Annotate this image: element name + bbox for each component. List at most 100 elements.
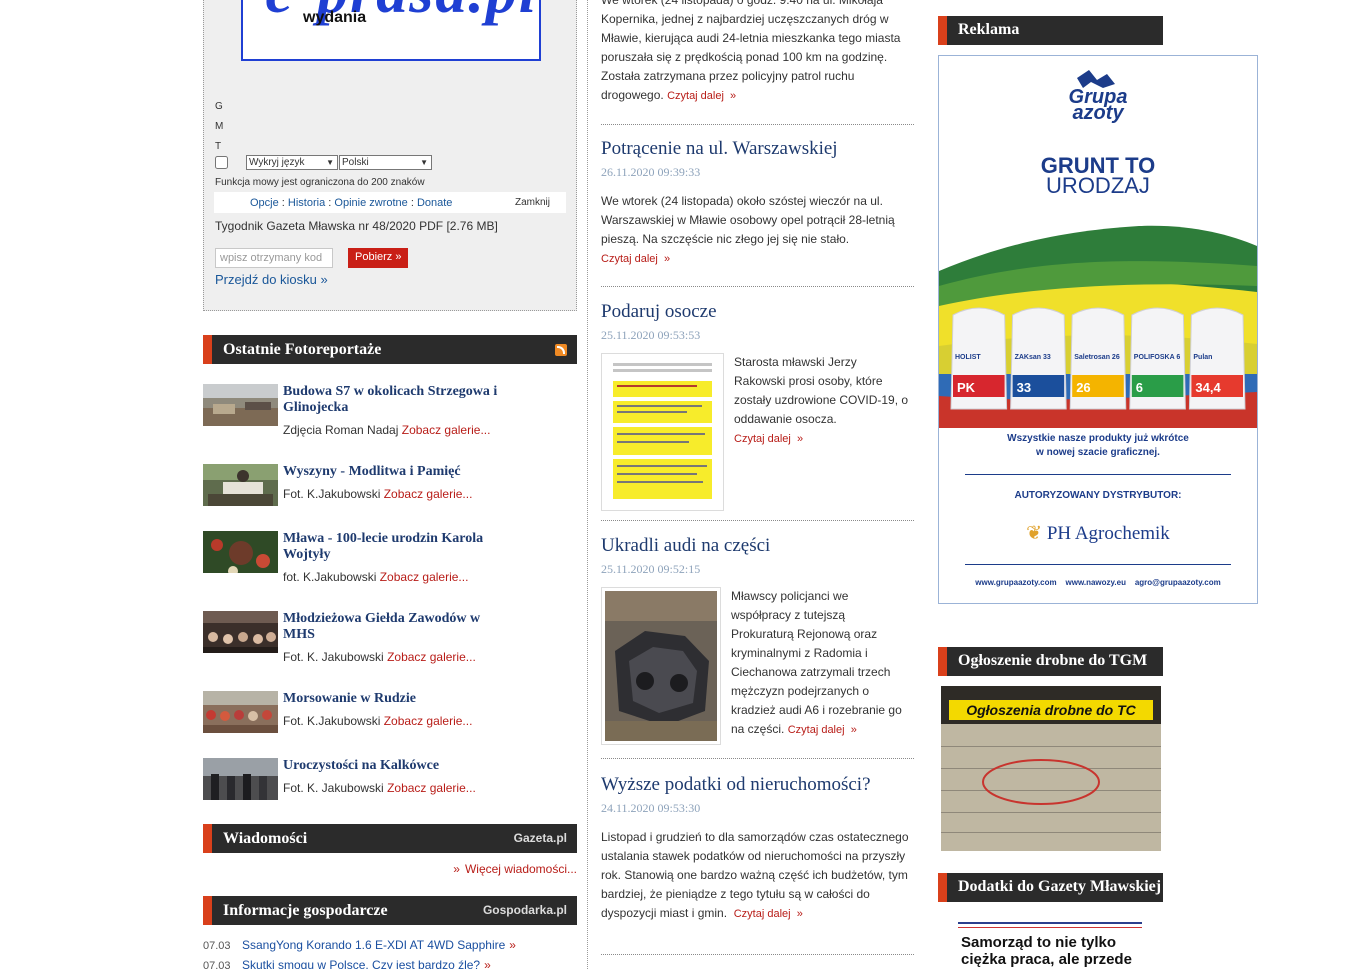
bag-number: 6 bbox=[1136, 380, 1143, 395]
feedback-link[interactable]: Opinie zwrotne bbox=[334, 197, 407, 209]
article-title[interactable]: Ukradli audi na części bbox=[601, 535, 770, 556]
chevron-down-icon: ▼ bbox=[420, 158, 428, 167]
translator-letter: G bbox=[215, 101, 223, 112]
gallery-thumbnail[interactable] bbox=[203, 531, 278, 573]
article-title[interactable]: Potrącenie na ul. Warszawskiej bbox=[601, 138, 838, 159]
speech-limit-note: Funkcja mowy jest ograniczona do 200 zna… bbox=[215, 177, 425, 188]
read-more-link[interactable]: Czytaj dalej » bbox=[667, 90, 736, 102]
gallery-cta-link[interactable]: Zobacz galerie... bbox=[387, 650, 476, 664]
ad-products-line2: w nowej szacie graficznej. bbox=[1036, 447, 1160, 458]
gallery-title[interactable]: Młodzieżowa Giełda Zawodów w MHS bbox=[283, 611, 508, 643]
classifieds-heading: Ogłoszenie drobne do TGM bbox=[958, 652, 1148, 669]
ad-products-line1: Wszystkie nasze produkty już wkrótce bbox=[1007, 433, 1189, 444]
kiosk-panel: e-prasa.pl wydania G M T Wykryj język ▼ P… bbox=[203, 0, 577, 311]
product-bag: HOLIST PK bbox=[950, 307, 1008, 410]
arrow-icon: » bbox=[796, 433, 804, 445]
gallery-thumbnail[interactable] bbox=[203, 384, 278, 426]
translator-checkbox[interactable] bbox=[215, 156, 228, 169]
gallery-thumbnail[interactable] bbox=[203, 611, 278, 653]
photo-reports-title: Ostatnie Fotoreportaże bbox=[223, 341, 382, 358]
bag-label: POLIFOSKA 6 bbox=[1134, 354, 1181, 361]
supplement-teaser-line2: ciężka praca, ale przede bbox=[961, 951, 1132, 968]
translator-letter: T bbox=[215, 141, 222, 152]
more-news-link[interactable]: » Więcej wiadomości... bbox=[453, 862, 577, 876]
ad-urls: www.grupaazoty.com www.nawozy.eu agro@gr… bbox=[975, 578, 1221, 587]
product-bag: ZAKsan 33 33 bbox=[1010, 307, 1067, 410]
detect-language-select[interactable]: Wykryj język ▼ bbox=[246, 155, 338, 170]
target-language-select[interactable]: Polski ▼ bbox=[339, 155, 432, 170]
chevron-down-icon: ▼ bbox=[326, 158, 334, 167]
article-title[interactable]: Podaruj osocze bbox=[601, 301, 717, 322]
kiosk-cover-image[interactable]: e-prasa.pl wydania bbox=[241, 0, 541, 61]
gallery-thumbnail[interactable] bbox=[203, 464, 278, 506]
kiosk-logo-sub: wydania bbox=[303, 9, 367, 26]
gallery-title[interactable]: Uroczystości na Kalkówce bbox=[283, 758, 508, 774]
gallery-thumbnail[interactable] bbox=[203, 758, 278, 800]
read-more-link[interactable]: Czytaj dalej » bbox=[734, 433, 803, 445]
article-date: 25.11.2020 09:52:15 bbox=[601, 562, 701, 576]
supplement-teaser[interactable]: Samorząd to nie tylko ciężka praca, ale … bbox=[958, 920, 1142, 969]
supplement-rule bbox=[958, 922, 1142, 928]
gallery-title[interactable]: Morsowanie w Rudzie bbox=[283, 691, 508, 707]
close-link[interactable]: Zamknij bbox=[515, 197, 550, 208]
business-date: 07.03 bbox=[203, 960, 231, 969]
separator: : bbox=[325, 197, 335, 209]
pdf-title: Tygodnik Gazeta Mławska nr 48/2020 PDF [… bbox=[215, 219, 498, 233]
ad-header: Reklama bbox=[938, 16, 1163, 45]
options-link[interactable]: Opcje bbox=[250, 197, 279, 209]
ad-distributor: AUTORYZOWANY DYSTRYBUTOR: bbox=[1014, 490, 1182, 501]
read-more-link[interactable]: Czytaj dalej » bbox=[734, 908, 803, 920]
gallery-cta-link[interactable]: Zobacz galerie... bbox=[384, 487, 473, 501]
donate-link[interactable]: Donate bbox=[417, 197, 452, 209]
gallery-cta-link[interactable]: Zobacz galerie... bbox=[384, 714, 473, 728]
ad-dealer-name: PH Agrochemik bbox=[1046, 523, 1170, 544]
gallery-cta-link[interactable]: Zobacz galerie... bbox=[387, 781, 476, 795]
read-more-link[interactable]: Czytaj dalej » bbox=[601, 253, 670, 265]
business-date: 07.03 bbox=[203, 940, 231, 952]
read-more-label: Czytaj dalej bbox=[734, 433, 791, 445]
classifieds-banner[interactable]: Ogłoszenia drobne do TC bbox=[941, 686, 1161, 851]
bag-label: Saletrosan 26 bbox=[1074, 354, 1120, 361]
article-divider bbox=[601, 758, 914, 759]
business-link[interactable]: Skutki smogu w Polsce. Czy jest bardzo ź… bbox=[242, 958, 491, 969]
gallery-credit: Zdjęcia Roman Nadaj Zobacz galerie... bbox=[283, 423, 490, 437]
kiosk-link[interactable]: Przejdź do kiosku » bbox=[215, 272, 328, 287]
arrow-icon: » bbox=[796, 908, 803, 920]
arrow-icon: » bbox=[484, 958, 491, 969]
ad-heading: Reklama bbox=[958, 21, 1020, 38]
arrow-icon: » bbox=[663, 253, 671, 265]
read-more-link[interactable]: Czytaj dalej » bbox=[788, 724, 857, 736]
article-body: We wtorek (24 listopada) około szóstej w… bbox=[601, 192, 914, 269]
article-title[interactable]: Wyższe podatki od nieruchomości? bbox=[601, 774, 871, 795]
gallery-cta-link[interactable]: Zobacz galerie... bbox=[402, 423, 491, 437]
column-divider bbox=[587, 0, 588, 969]
article-thumbnail[interactable] bbox=[601, 587, 721, 745]
ad-banner[interactable]: Grupa azoty GRUNT TO URODZAJ HOLIST PK ZAK… bbox=[938, 55, 1258, 604]
classifieds-header: Ogłoszenie drobne do TGM bbox=[938, 647, 1163, 676]
read-more-label: Czytaj dalej bbox=[733, 908, 791, 920]
article-divider bbox=[601, 124, 914, 125]
bag-number: 34,4 bbox=[1195, 380, 1221, 395]
article-thumbnail[interactable] bbox=[601, 353, 724, 511]
photo-reports-header: Ostatnie Fotoreportaże bbox=[203, 335, 577, 364]
bag-number: 33 bbox=[1017, 380, 1031, 395]
gallery-title[interactable]: Wyszyny - Modlitwa i Pamięć bbox=[283, 464, 508, 480]
arrow-icon: » bbox=[453, 862, 460, 876]
gallery-credit-text: Zdjęcia Roman Nadaj bbox=[283, 423, 399, 437]
arrow-icon: » bbox=[320, 272, 328, 287]
gallery-thumbnail[interactable] bbox=[203, 691, 278, 733]
article-text: Listopad i grudzień to dla samorządów cz… bbox=[601, 830, 909, 920]
download-button[interactable]: Pobierz » bbox=[348, 248, 409, 268]
code-input[interactable]: wpisz otrzymany kod bbox=[215, 248, 333, 268]
arrow-icon: » bbox=[730, 90, 737, 102]
history-link[interactable]: Historia bbox=[288, 197, 325, 209]
article-text: We wtorek (24 listopada) około szóstej w… bbox=[601, 194, 895, 246]
rss-icon[interactable] bbox=[555, 344, 567, 356]
business-link[interactable]: SsangYong Korando 1.6 E-XDI AT 4WD Sapph… bbox=[242, 938, 516, 952]
gallery-title[interactable]: Budowa S7 w okolicach Strzegowa i Glinoj… bbox=[283, 384, 508, 416]
gallery-title[interactable]: Mława - 100-lecie urodzin Karola Wojtyły bbox=[283, 531, 508, 563]
wheat-icon: ❦ bbox=[1026, 523, 1043, 544]
gallery-credit-text: Fot. K. Jakubowski bbox=[283, 650, 384, 664]
gallery-cta-link[interactable]: Zobacz galerie... bbox=[380, 570, 469, 584]
ad-rule bbox=[965, 474, 1231, 475]
